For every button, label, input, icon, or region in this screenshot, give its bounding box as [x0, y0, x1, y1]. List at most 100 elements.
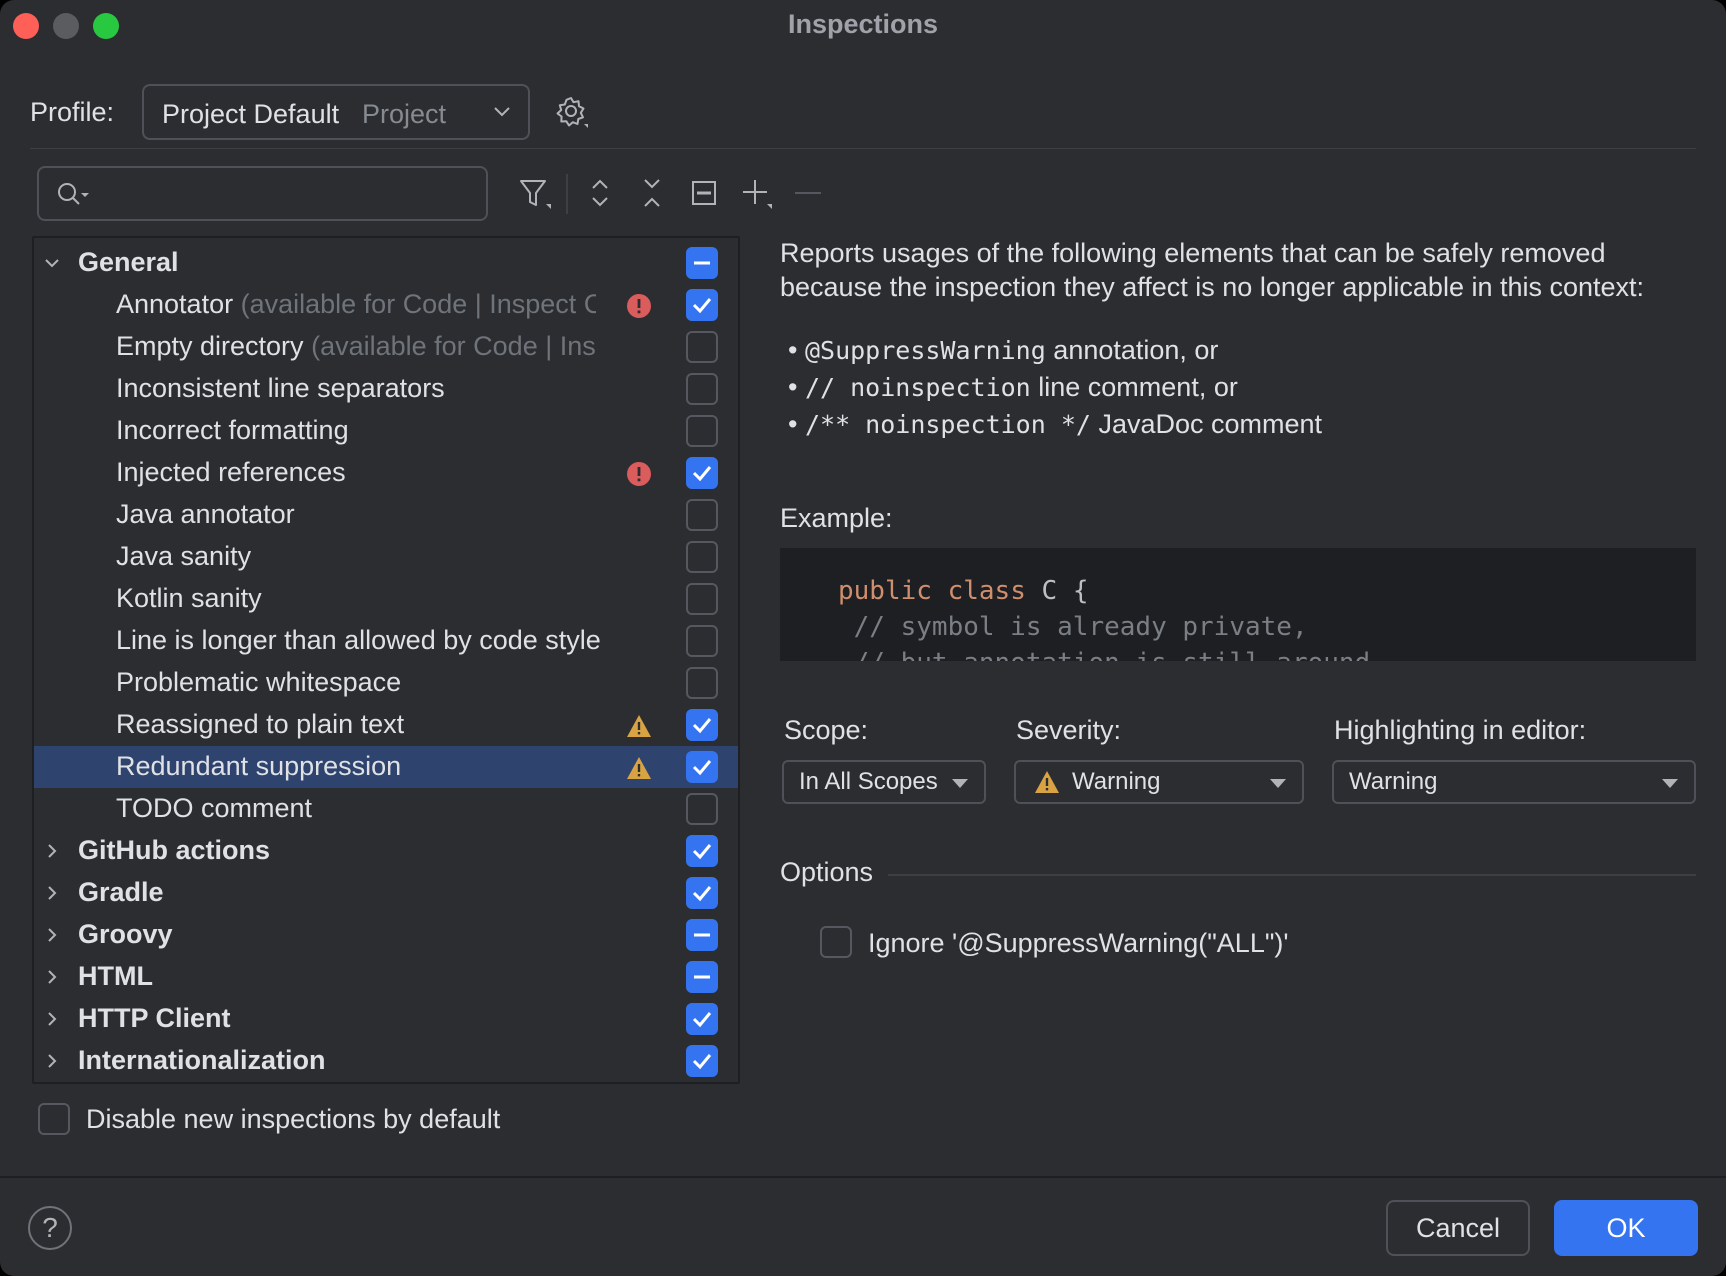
- remove-icon: [791, 176, 825, 210]
- tree-item-row[interactable]: Incorrect formatting: [34, 410, 738, 452]
- chevron-right-icon[interactable]: [40, 881, 64, 905]
- inspection-checkbox[interactable]: [686, 877, 718, 909]
- profile-name: Project Default: [162, 99, 339, 130]
- chevron-down-icon[interactable]: [40, 251, 64, 275]
- code-line: // symbol is already private,: [838, 612, 1308, 642]
- tree-group-row[interactable]: Groovy: [34, 914, 738, 956]
- search-input[interactable]: [99, 176, 469, 212]
- indeterminate-icon: [690, 923, 714, 947]
- bullet-text: JavaDoc comment: [1091, 409, 1322, 439]
- inspection-checkbox[interactable]: [686, 583, 718, 615]
- tree-row-label: Annotator (available for Code | Inspect …: [116, 289, 596, 320]
- chevron-right-icon[interactable]: [40, 1007, 64, 1031]
- checkmark-icon: [690, 713, 714, 737]
- inspection-checkbox[interactable]: [686, 289, 718, 321]
- tree-item-row[interactable]: Injected references: [34, 452, 738, 494]
- scope-dropdown[interactable]: In All Scopes: [782, 760, 986, 804]
- tree-row-label: Empty directory (available for Code | In…: [116, 331, 596, 362]
- inspection-checkbox[interactable]: [686, 751, 718, 783]
- chevron-right-icon[interactable]: [40, 923, 64, 947]
- ok-button[interactable]: OK: [1554, 1200, 1698, 1256]
- error-icon: [626, 293, 652, 319]
- tree-group-row[interactable]: GitHub actions: [34, 830, 738, 872]
- inspection-checkbox[interactable]: [686, 457, 718, 489]
- tree-row-label: HTML: [78, 961, 153, 992]
- reset-to-defaults-icon[interactable]: [687, 176, 721, 210]
- inspection-checkbox[interactable]: [686, 373, 718, 405]
- disable-new-inspections-label: Disable new inspections by default: [86, 1104, 500, 1135]
- tree-group-row[interactable]: HTML: [34, 956, 738, 998]
- highlighting-value: Warning: [1349, 768, 1437, 796]
- search-box[interactable]: [37, 166, 488, 221]
- inspection-checkbox[interactable]: [686, 793, 718, 825]
- tree-item-row[interactable]: Line is longer than allowed by code styl…: [34, 620, 738, 662]
- checkmark-icon: [690, 839, 714, 863]
- highlighting-dropdown[interactable]: Warning: [1332, 760, 1696, 804]
- profile-dropdown[interactable]: Project Default Project: [142, 84, 530, 140]
- inspection-checkbox[interactable]: [686, 835, 718, 867]
- tree-row-label: HTTP Client: [78, 1003, 231, 1034]
- tree-row-label: Reassigned to plain text: [116, 709, 404, 740]
- inspection-checkbox[interactable]: [686, 415, 718, 447]
- disable-new-inspections-checkbox[interactable]: [38, 1103, 70, 1135]
- gear-icon[interactable]: [554, 94, 590, 130]
- tree-row-label: Problematic whitespace: [116, 667, 401, 698]
- cancel-button[interactable]: Cancel: [1386, 1200, 1530, 1256]
- bullet-item: • @SuppressWarning annotation, or: [788, 332, 1322, 369]
- tree-item-row[interactable]: Reassigned to plain text: [34, 704, 738, 746]
- chevron-right-icon[interactable]: [40, 1049, 64, 1073]
- inspection-checkbox[interactable]: [686, 1003, 718, 1035]
- tree-group-row[interactable]: General: [34, 242, 738, 284]
- ignore-suppress-all-checkbox[interactable]: [820, 926, 852, 958]
- tree-group-row[interactable]: Gradle: [34, 872, 738, 914]
- tree-item-row[interactable]: Kotlin sanity: [34, 578, 738, 620]
- scope-value: In All Scopes: [799, 768, 938, 796]
- help-button[interactable]: ?: [28, 1206, 72, 1250]
- tree-group-row[interactable]: Internationalization: [34, 1040, 738, 1082]
- inspection-checkbox[interactable]: [686, 625, 718, 657]
- tree-row-label: Kotlin sanity: [116, 583, 262, 614]
- warning-icon: [626, 755, 652, 781]
- search-icon: [55, 180, 93, 210]
- warning-icon: [1034, 770, 1060, 794]
- tree-item-row[interactable]: Java sanity: [34, 536, 738, 578]
- tree-item-row[interactable]: TODO comment: [34, 788, 738, 830]
- tree-group-row[interactable]: HTTP Client: [34, 998, 738, 1040]
- tree-item-row[interactable]: Inconsistent line separators: [34, 368, 738, 410]
- tree-item-row[interactable]: Empty directory (available for Code | In…: [34, 326, 738, 368]
- toolbar-separator: [566, 174, 568, 214]
- filter-icon[interactable]: [518, 176, 552, 210]
- chevron-right-icon[interactable]: [40, 965, 64, 989]
- inspection-checkbox[interactable]: [686, 667, 718, 699]
- tree-item-row[interactable]: Annotator (available for Code | Inspect …: [34, 284, 738, 326]
- inspection-checkbox[interactable]: [686, 247, 718, 279]
- expand-all-icon[interactable]: [583, 176, 617, 210]
- tree-item-row[interactable]: Java annotator: [34, 494, 738, 536]
- dropdown-arrow-icon: [1268, 776, 1288, 790]
- tree-item-row[interactable]: Problematic whitespace: [34, 662, 738, 704]
- tree-row-label: Internationalization: [78, 1045, 326, 1076]
- add-icon[interactable]: [739, 176, 773, 210]
- inspection-checkbox[interactable]: [686, 919, 718, 951]
- inspection-checkbox[interactable]: [686, 331, 718, 363]
- chevron-right-icon[interactable]: [40, 839, 64, 863]
- bullet-item: • // noinspection line comment, or: [788, 369, 1322, 406]
- inspection-checkbox[interactable]: [686, 499, 718, 531]
- code-line: public class C {: [838, 576, 1088, 606]
- inspections-tree[interactable]: General Annotator (available for Code | I…: [32, 236, 740, 1084]
- dropdown-arrow-icon: [950, 776, 970, 790]
- inspection-checkbox[interactable]: [686, 541, 718, 573]
- scope-label: Scope:: [784, 715, 868, 746]
- options-divider: [888, 874, 1696, 876]
- inspection-checkbox[interactable]: [686, 961, 718, 993]
- checkmark-icon: [690, 881, 714, 905]
- collapse-all-icon[interactable]: [635, 176, 669, 210]
- tree-row-label: General: [78, 247, 179, 278]
- tree-item-row[interactable]: Redundant suppression: [34, 746, 738, 788]
- severity-label: Severity:: [1016, 715, 1121, 746]
- inspection-checkbox[interactable]: [686, 1045, 718, 1077]
- tree-row-label: Java annotator: [116, 499, 295, 530]
- inspection-checkbox[interactable]: [686, 709, 718, 741]
- severity-dropdown[interactable]: Warning: [1014, 760, 1304, 804]
- highlighting-label: Highlighting in editor:: [1334, 715, 1586, 746]
